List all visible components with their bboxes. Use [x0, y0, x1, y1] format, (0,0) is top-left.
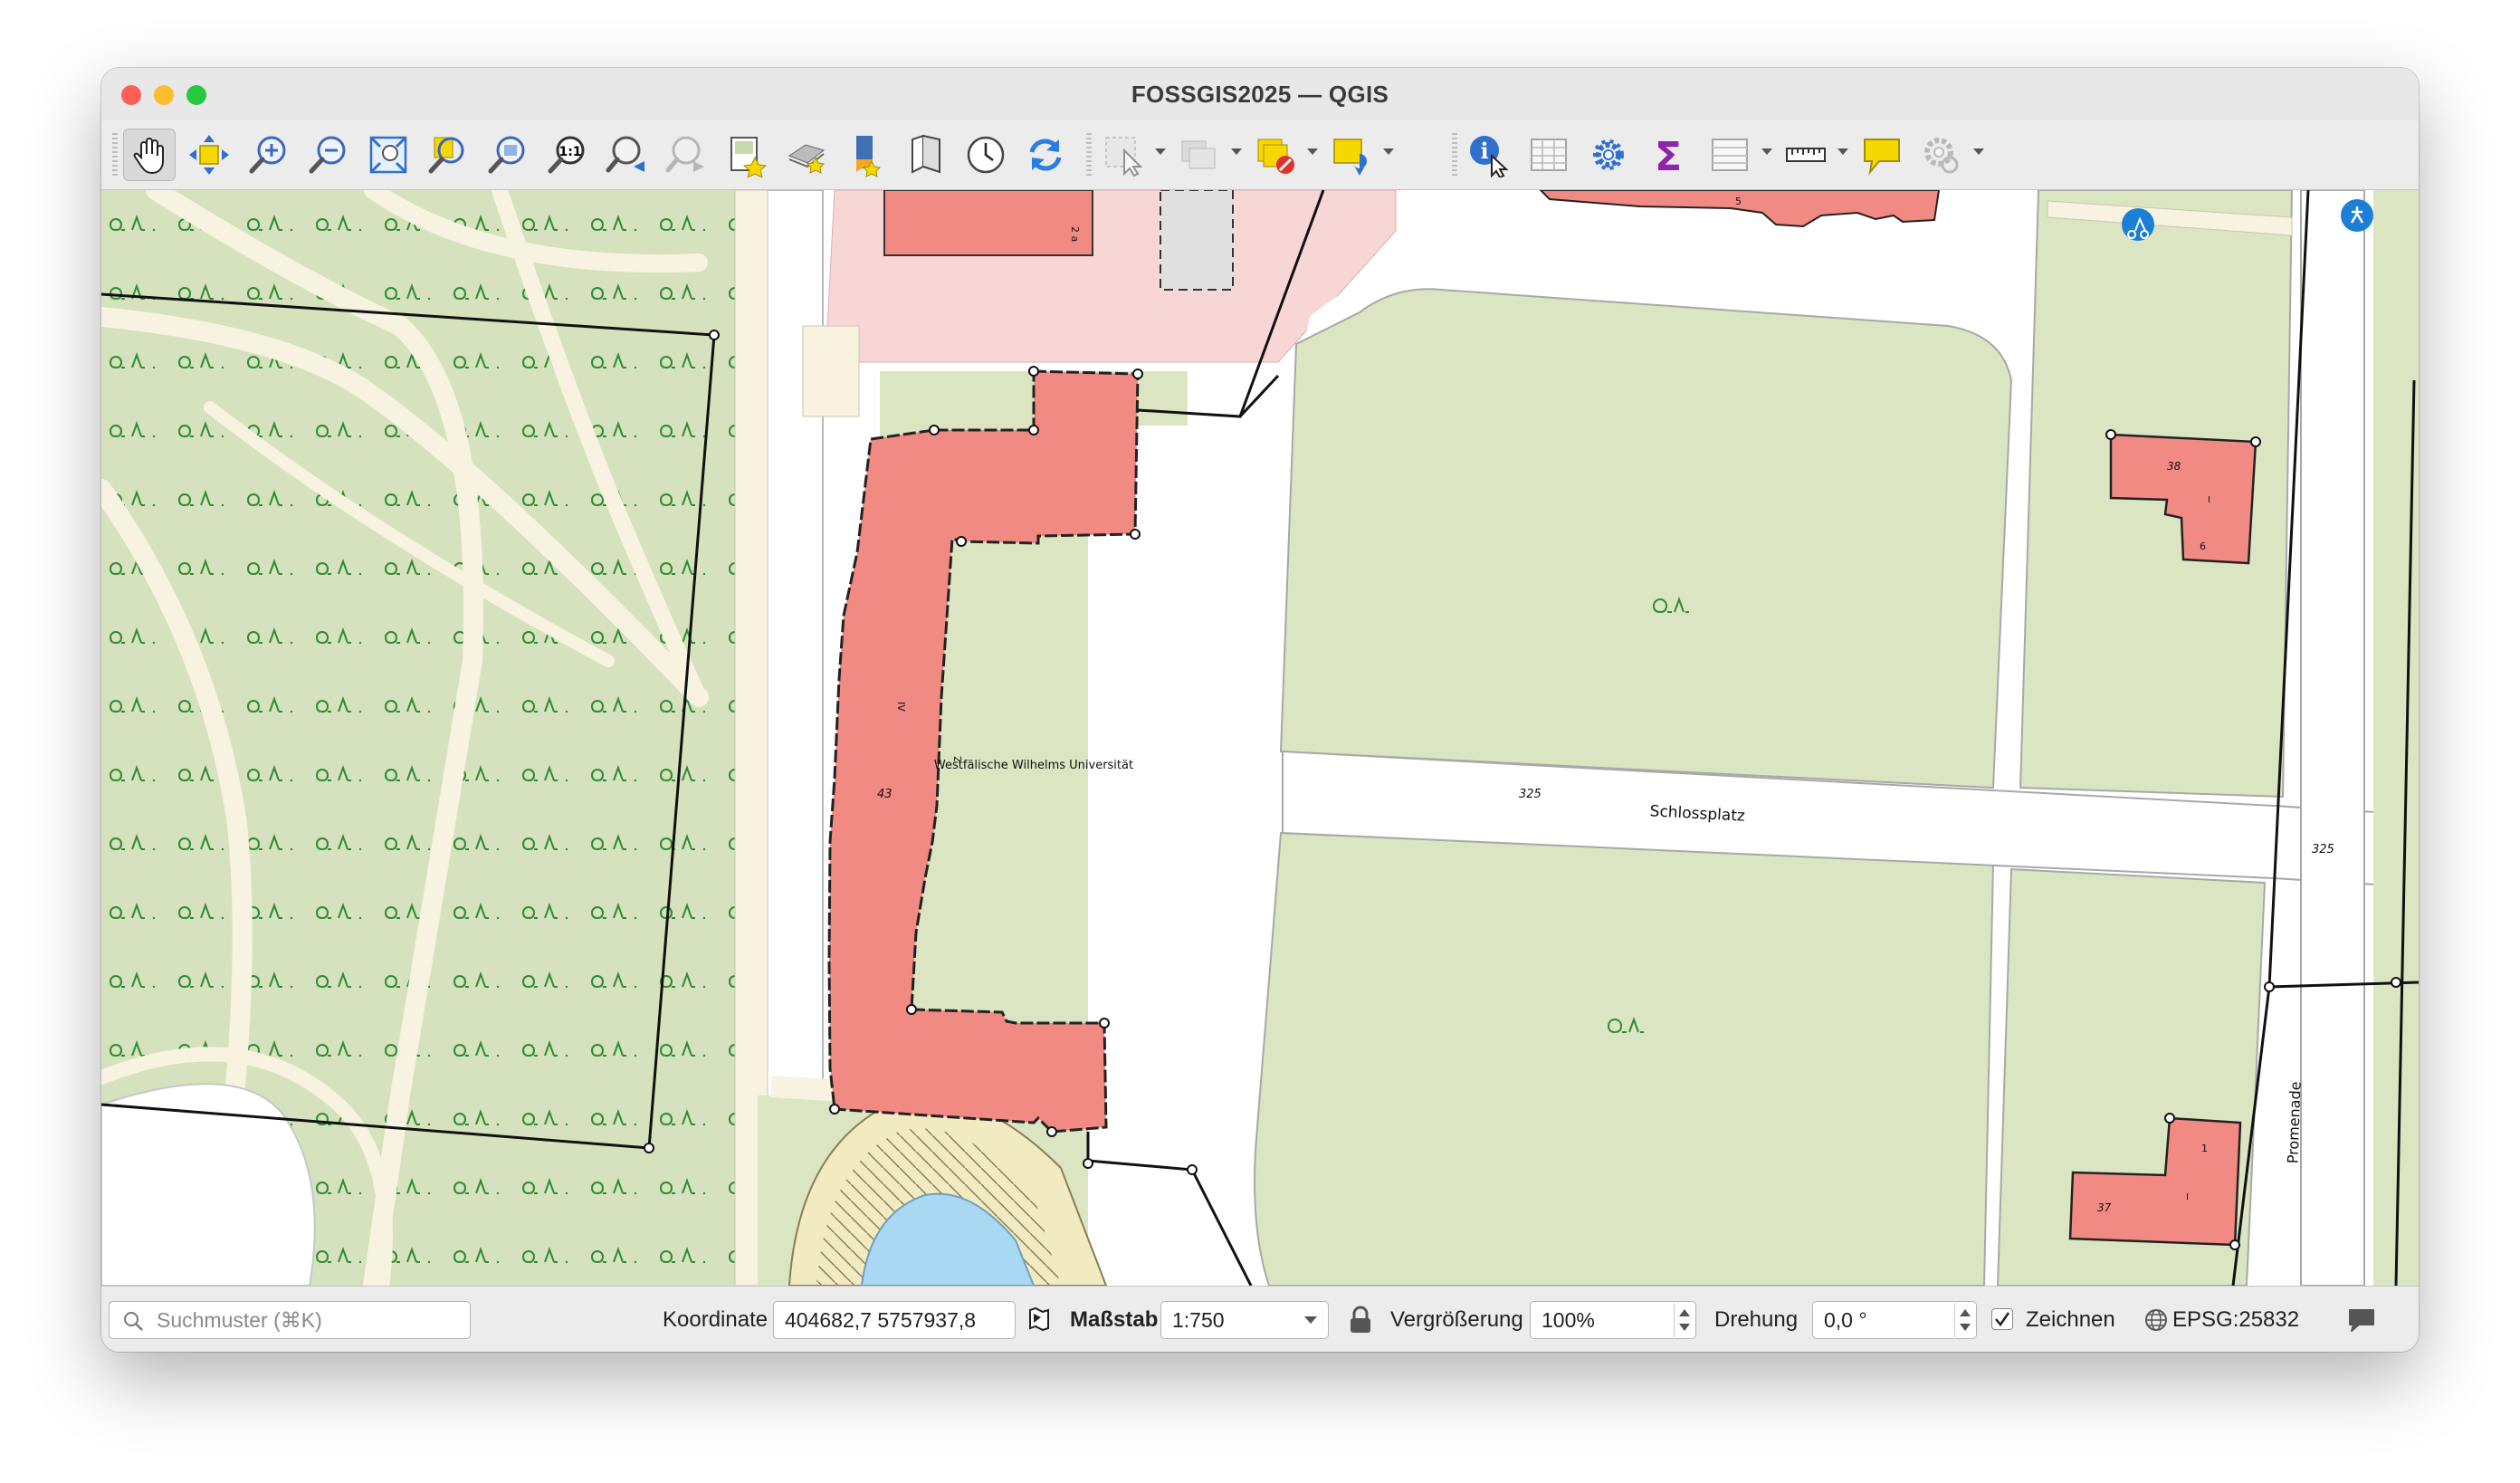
house-number-label: 5: [1735, 196, 1742, 207]
chevron-down-icon[interactable]: [1383, 148, 1394, 155]
toolbar-handle[interactable]: [112, 133, 118, 177]
chevron-down-icon[interactable]: [1761, 148, 1772, 155]
bicycle-poi-icon: [2122, 208, 2154, 241]
clock-icon[interactable]: [959, 129, 1012, 181]
window-title: FOSSGIS2025 — QGIS: [1131, 80, 1389, 108]
new-bookmark-icon[interactable]: [721, 129, 773, 181]
svg-text:1:1: 1:1: [558, 145, 581, 159]
toolbox-icon[interactable]: [1582, 129, 1635, 181]
street-label-promenade: Promenade: [2284, 1081, 2304, 1163]
zoom-out-icon[interactable]: [302, 129, 355, 181]
deselect-all-icon[interactable]: [1249, 129, 1302, 181]
rotation-label: Drehung: [1714, 1306, 1799, 1332]
chevron-down-icon[interactable]: [1155, 148, 1166, 155]
chevron-down-icon[interactable]: [1307, 148, 1318, 155]
chevron-down-icon[interactable]: [1304, 1316, 1317, 1324]
coordinate-field[interactable]: 404682,7 5757937,8: [773, 1301, 1016, 1339]
render-label: Zeichnen: [2026, 1306, 2115, 1332]
status-bar: Suchmuster (⌘K) Koordinate 404682,7 5757…: [101, 1286, 2419, 1352]
toggle-extents-icon[interactable]: [1023, 1287, 1054, 1352]
house-number-label: 2: [951, 756, 963, 762]
floor-label: I: [2208, 495, 2210, 505]
toolbar-handle[interactable]: [1452, 133, 1457, 177]
minimize-window-button[interactable]: [154, 85, 174, 105]
svg-text:Σ: Σ: [1655, 134, 1682, 177]
house-number-label: 38: [2167, 460, 2181, 473]
zoom-window-button[interactable]: [186, 85, 206, 105]
house-number-label: 43: [877, 788, 892, 801]
floor-label: I: [2186, 1192, 2189, 1202]
house-number-label: 325: [2312, 843, 2334, 856]
rotation-spinbox[interactable]: 0,0 °: [1812, 1301, 1977, 1339]
scale-label: Maßstab: [1070, 1306, 1159, 1332]
toolbar-handle[interactable]: [1086, 133, 1092, 177]
locator-search-input[interactable]: Suchmuster (⌘K): [109, 1301, 471, 1339]
attribute-table-icon[interactable]: [1522, 129, 1575, 181]
messages-icon[interactable]: [2346, 1287, 2377, 1352]
house-number-label: 1: [2201, 1143, 2208, 1154]
spin-arrows-icon[interactable]: [1954, 1303, 1975, 1337]
zoom-to-layer-icon[interactable]: [482, 129, 534, 181]
coordinate-value: 404682,7 5757937,8: [785, 1307, 977, 1332]
coordinate-label: Koordinate: [663, 1306, 768, 1332]
svg-text:i: i: [1480, 138, 1488, 164]
pan-to-selection-icon[interactable]: [183, 129, 235, 181]
scale-value: 1:750: [1172, 1307, 1225, 1332]
map-svg: Westfälische Wilhelms Universität Schlos…: [101, 190, 2419, 1286]
settings-icon[interactable]: [1915, 129, 1968, 181]
pan-hand-icon[interactable]: [123, 129, 176, 181]
magnifier-spinbox[interactable]: 100%: [1530, 1301, 1696, 1339]
zoom-last-icon[interactable]: [601, 129, 654, 181]
qgis-window: FOSSGIS2025 — QGIS 1:1 i Σ Westfälische …: [101, 68, 2419, 1352]
title-bar: FOSSGIS2025 — QGIS: [101, 68, 2419, 120]
statistics-icon[interactable]: Σ: [1642, 129, 1694, 181]
checkmark-icon: [1995, 1312, 2010, 1327]
select-features-icon[interactable]: [1097, 129, 1150, 181]
crs-button[interactable]: EPSG:25832: [2172, 1287, 2299, 1352]
floor-label: IV: [895, 702, 907, 712]
pedestrian-poi-icon: [2341, 199, 2373, 232]
map-navigation-toolbar: 1:1 i Σ: [101, 120, 2419, 190]
field-calculator-icon[interactable]: [1704, 129, 1756, 181]
chevron-down-icon[interactable]: [1838, 148, 1848, 155]
spin-arrows-icon[interactable]: [1674, 1303, 1694, 1337]
temporal-controller-icon[interactable]: [900, 129, 952, 181]
chevron-down-icon[interactable]: [1231, 148, 1242, 155]
lawn-north: [1279, 288, 2013, 789]
rotation-value: 0,0 °: [1824, 1307, 1867, 1332]
map-tips-icon[interactable]: [1856, 129, 1908, 181]
house-number-label: 6: [2200, 541, 2206, 552]
building-2a: [883, 190, 1093, 256]
globe-icon[interactable]: [2143, 1287, 2169, 1352]
house-number-label: 2 a: [1069, 226, 1081, 242]
search-placeholder: Suchmuster (⌘K): [157, 1307, 322, 1332]
zoom-native-icon[interactable]: 1:1: [541, 129, 594, 181]
lock-scale-icon[interactable]: [1349, 1287, 1372, 1352]
select-by-expression-icon[interactable]: [1325, 129, 1378, 181]
house-number-label: 37: [2097, 1201, 2112, 1214]
new-3d-map-icon[interactable]: [840, 129, 892, 181]
house-number-label: 325: [1519, 788, 1542, 801]
zoom-in-icon[interactable]: [243, 129, 295, 181]
show-bookmarks-icon[interactable]: [780, 129, 833, 181]
zoom-to-selection-icon[interactable]: [422, 129, 474, 181]
zoom-full-icon[interactable]: [362, 129, 415, 181]
search-icon: [124, 1312, 143, 1331]
lawn-south: [1254, 831, 1995, 1286]
zoom-next-icon[interactable]: [661, 129, 713, 181]
map-canvas[interactable]: Westfälische Wilhelms Universität Schlos…: [101, 190, 2419, 1286]
chevron-down-icon[interactable]: [1973, 148, 1984, 155]
close-window-button[interactable]: [121, 85, 141, 105]
magnifier-value: 100%: [1542, 1307, 1595, 1332]
magnifier-label: Vergrößerung: [1390, 1306, 1523, 1332]
deselect-icon[interactable]: [1173, 129, 1226, 181]
measure-icon[interactable]: [1780, 129, 1832, 181]
refresh-icon[interactable]: [1019, 129, 1072, 181]
identify-icon[interactable]: i: [1463, 129, 1515, 181]
render-checkbox[interactable]: [1991, 1308, 2013, 1330]
scale-combobox[interactable]: 1:750: [1160, 1301, 1329, 1339]
dashed-building: [1160, 190, 1234, 291]
